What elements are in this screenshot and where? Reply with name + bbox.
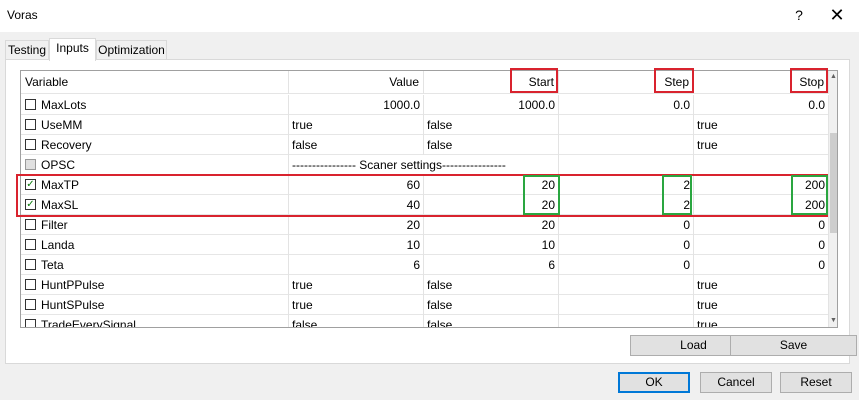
step-cell[interactable]: [559, 275, 694, 295]
start-cell[interactable]: 1000.0: [424, 95, 559, 115]
header-value[interactable]: Value: [289, 71, 424, 94]
variable-name: MaxLots: [21, 95, 289, 115]
table-row[interactable]: MaxLots 1000.0 1000.0 0.0 0.0: [21, 95, 829, 115]
stop-cell[interactable]: 0: [694, 235, 829, 255]
scroll-up-icon[interactable]: ▲: [829, 71, 837, 83]
grid-header: Variable Value Start Step Stop: [21, 71, 829, 94]
stop-cell[interactable]: true: [694, 315, 829, 327]
header-variable[interactable]: Variable: [21, 71, 289, 94]
start-cell[interactable]: 20: [424, 175, 559, 195]
variable-name: Landa: [21, 235, 289, 255]
table-row[interactable]: HuntPPulse true false true: [21, 275, 829, 295]
variable-name: HuntPPulse: [21, 275, 289, 295]
variable-name: Recovery: [21, 135, 289, 155]
stop-cell[interactable]: 0.0: [694, 95, 829, 115]
table-row[interactable]: Recovery false false true: [21, 135, 829, 155]
variable-name: OPSC: [21, 155, 289, 175]
stop-cell[interactable]: 200: [694, 195, 829, 215]
variable-name: Filter: [21, 215, 289, 235]
value-cell[interactable]: false: [289, 135, 424, 155]
start-cell[interactable]: [424, 155, 559, 175]
value-cell[interactable]: true: [289, 275, 424, 295]
table-row[interactable]: HuntSPulse true false true: [21, 295, 829, 315]
scroll-down-icon[interactable]: ▼: [829, 315, 837, 327]
step-cell[interactable]: 2: [559, 175, 694, 195]
tab-optimization[interactable]: Optimization: [96, 40, 167, 60]
step-cell[interactable]: [559, 315, 694, 327]
start-cell[interactable]: false: [424, 115, 559, 135]
step-cell[interactable]: [559, 115, 694, 135]
value-cell[interactable]: false: [289, 315, 424, 327]
start-cell[interactable]: 10: [424, 235, 559, 255]
stop-cell[interactable]: [694, 155, 829, 175]
table-row[interactable]: ✓ MaxSL 40 20 2 200: [21, 195, 829, 215]
start-cell[interactable]: false: [424, 275, 559, 295]
inputs-grid: Variable Value Start Step Stop MaxLots 10…: [20, 70, 838, 328]
stop-cell[interactable]: true: [694, 275, 829, 295]
tab-testing[interactable]: Testing: [5, 40, 49, 60]
variable-name: TradeEverySignal: [21, 315, 289, 327]
header-start[interactable]: Start: [424, 71, 559, 94]
value-cell[interactable]: 60: [289, 175, 424, 195]
ok-button[interactable]: OK: [618, 372, 690, 393]
value-cell[interactable]: 10: [289, 235, 424, 255]
variable-name: HuntSPulse: [21, 295, 289, 315]
stop-cell[interactable]: true: [694, 295, 829, 315]
step-cell[interactable]: [559, 295, 694, 315]
start-cell[interactable]: 6: [424, 255, 559, 275]
start-cell[interactable]: false: [424, 295, 559, 315]
save-button[interactable]: Save: [730, 335, 857, 356]
value-cell[interactable]: true: [289, 115, 424, 135]
step-cell[interactable]: 0: [559, 215, 694, 235]
table-row[interactable]: ✓ MaxTP 60 20 2 200: [21, 175, 829, 195]
start-cell[interactable]: false: [424, 315, 559, 327]
stop-cell[interactable]: 0: [694, 255, 829, 275]
step-cell[interactable]: 0: [559, 235, 694, 255]
inputs-panel: Variable Value Start Step Stop MaxLots 10…: [5, 59, 857, 364]
stop-cell[interactable]: 0: [694, 215, 829, 235]
stop-cell[interactable]: true: [694, 115, 829, 135]
variable-name: UseMM: [21, 115, 289, 135]
table-row[interactable]: Teta 6 6 0 0: [21, 255, 829, 275]
table-row[interactable]: UseMM true false true: [21, 115, 829, 135]
help-button[interactable]: ?: [785, 2, 813, 28]
stop-cell[interactable]: 200: [694, 175, 829, 195]
variable-name: Teta: [21, 255, 289, 275]
table-row[interactable]: Landa 10 10 0 0: [21, 235, 829, 255]
window-title: Voras: [7, 8, 38, 22]
table-row[interactable]: OPSC ---------------- Scaner settings----…: [21, 155, 829, 175]
step-cell[interactable]: 0: [559, 255, 694, 275]
value-cell[interactable]: 6: [289, 255, 424, 275]
close-icon[interactable]: ✕: [823, 2, 851, 28]
value-cell[interactable]: 20: [289, 215, 424, 235]
title-bar: Voras ? ✕: [0, 0, 859, 32]
variable-name: MaxTP: [21, 175, 289, 195]
start-cell[interactable]: false: [424, 135, 559, 155]
table-row[interactable]: Filter 20 20 0 0: [21, 215, 829, 235]
reset-button[interactable]: Reset: [780, 372, 852, 393]
step-cell[interactable]: [559, 155, 694, 175]
vertical-scrollbar[interactable]: ▲ ▼: [829, 71, 837, 327]
scrollbar-thumb[interactable]: [830, 133, 837, 233]
step-cell[interactable]: [559, 135, 694, 155]
value-cell[interactable]: 40: [289, 195, 424, 215]
value-cell[interactable]: 1000.0: [289, 95, 424, 115]
stop-cell[interactable]: true: [694, 135, 829, 155]
value-cell[interactable]: true: [289, 295, 424, 315]
start-cell[interactable]: 20: [424, 195, 559, 215]
start-cell[interactable]: 20: [424, 215, 559, 235]
table-row[interactable]: TradeEverySignal false false true: [21, 315, 829, 327]
variable-name: MaxSL: [21, 195, 289, 215]
header-step[interactable]: Step: [559, 71, 694, 94]
header-stop[interactable]: Stop: [694, 71, 829, 94]
cancel-button[interactable]: Cancel: [700, 372, 772, 393]
step-cell[interactable]: 0.0: [559, 95, 694, 115]
tab-inputs[interactable]: Inputs: [49, 38, 96, 61]
step-cell[interactable]: 2: [559, 195, 694, 215]
